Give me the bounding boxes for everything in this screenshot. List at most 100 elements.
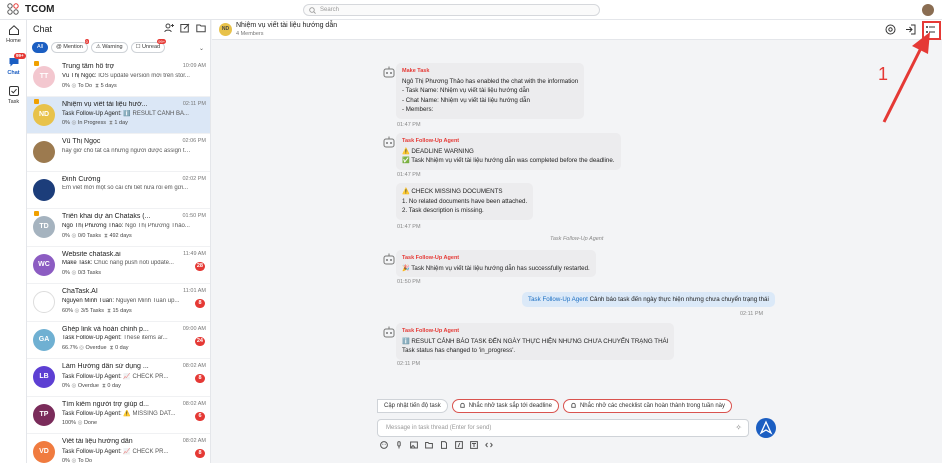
bot-avatar-icon — [383, 136, 395, 148]
unread-badge: 8 — [195, 374, 205, 383]
task-meta: 0% ◎ 0/0 Tasks ⧗ 492 days — [62, 233, 132, 240]
task-due: 0 day — [107, 382, 121, 389]
app-logo-icon — [7, 3, 19, 15]
message-placeholder: Message in task thread (Enter for send) — [386, 425, 492, 431]
conversation-avatar: TP — [33, 403, 55, 426]
emoji-icon[interactable] — [380, 441, 388, 449]
hourglass-icon: ⧗ — [95, 82, 100, 89]
chat-members[interactable]: 4 Members — [236, 31, 264, 37]
conversation-avatar: GA — [33, 328, 55, 351]
list-item[interactable]: ChaTask.AI 11:01 AM Nguyễn Minh Tuấn: Nguy… — [27, 284, 210, 322]
folder-icon[interactable] — [425, 441, 433, 449]
hourglass-icon: ⧗ — [107, 307, 111, 314]
list-item[interactable]: TT Trung tâm hỗ trợ 10:09 AM Vũ Thị Ngọc: I… — [27, 59, 210, 97]
conversation-preview: Task Follow-Up Agent: ℹ️ RESULT CẢNH BÁ.… — [62, 110, 192, 117]
message-line: ✅ Task Nhiệm vụ viết tài liệu hướng dẫn … — [402, 157, 615, 164]
nav-rail: Home 99+ Chat Task — [0, 20, 27, 463]
task-meta: 0% ◎ To Do — [62, 458, 92, 463]
text-format-icon[interactable] — [470, 441, 478, 449]
task-progress: 0% — [62, 270, 70, 276]
unread-count: 99+ — [157, 39, 167, 44]
filter-mention[interactable]: @ Mention 0 — [51, 39, 89, 53]
message-time: 02:11 PM — [397, 361, 421, 367]
send-button[interactable] — [756, 418, 776, 438]
file-icon[interactable] — [440, 441, 448, 449]
suggestion-chip[interactable]: Nhắc nhở task sắp tới deadline — [451, 399, 559, 413]
mention-count: 0 — [84, 39, 89, 44]
edit-icon[interactable] — [180, 23, 190, 33]
list-item[interactable]: ND Nhiệm vụ viết tài liệu hướ... 02:11 PM T… — [27, 96, 210, 134]
task-status: Overdue — [85, 345, 107, 351]
list-item[interactable]: Vũ Thị Ngọc 02:06 PM hay giờ cho tất cả n… — [27, 134, 210, 172]
conversation-name: Triển khai dự án Chataks (... — [62, 213, 151, 220]
conversation-preview: Task Follow-Up Agent: ⚠️ MISSING DAT... — [62, 410, 192, 417]
code-icon[interactable] — [485, 441, 493, 449]
message-line: ⚠️ DEADLINE WARNING — [402, 147, 474, 155]
image-icon[interactable] — [410, 441, 418, 449]
bell-icon — [460, 402, 465, 408]
search-input[interactable]: Search — [303, 4, 600, 16]
filter-unread[interactable]: ☐ Unread 99+ — [130, 39, 167, 53]
preview-text: ℹ️ RESULT CẢNH BÁ... — [123, 111, 189, 117]
status-icon: ◎ — [71, 82, 77, 89]
ai-sparkle-icon[interactable]: ✧ — [735, 420, 742, 436]
microphone-icon[interactable] — [395, 441, 403, 449]
task-progress: 0% — [62, 382, 70, 389]
list-item[interactable]: VD Viết tài liệu hướng dẫn 08:02 AM Task Fo… — [27, 434, 210, 463]
folder-add-icon[interactable] — [196, 23, 206, 33]
rail-item-chat[interactable]: 99+ Chat — [0, 53, 27, 76]
preview-sender: Task Follow-Up Agent: — [62, 373, 122, 380]
list-item[interactable]: WC Website chatask.ai 11:49 AM Make Task: C… — [27, 247, 210, 284]
incoming-message: Task Follow-Up Agent 🎉 Task Nhiệm vụ viết… — [396, 250, 596, 277]
filter-chips: All @ Mention 0 ⚠ Warning ☐ Unread 99+ — [32, 39, 167, 53]
pin-flag-icon — [34, 211, 39, 216]
list-item[interactable]: TD Triển khai dự án Chataks (... 01:50 PM N… — [27, 209, 210, 247]
task-progress: 100% — [62, 420, 77, 426]
add-user-icon[interactable] — [164, 23, 174, 33]
sidebar-title: Chat — [33, 24, 53, 34]
preview-text: Ngô Thị Phương Thảo... — [125, 222, 190, 229]
italic-icon[interactable] — [455, 441, 463, 449]
incoming-message: Task Follow-Up Agent ℹ️ RESULT CẢNH BÁO T… — [396, 323, 675, 360]
conversation-avatar: TD — [33, 216, 55, 238]
unread-badge: 24 — [194, 336, 205, 346]
preview-text: ⚠️ MISSING DAT... — [123, 411, 176, 417]
list-item[interactable]: GA Ghép link và hoàn chỉnh p... 09:00 AM Ta… — [27, 322, 210, 359]
filter-all[interactable]: All — [32, 42, 49, 53]
conversation-preview: Task Follow-Up Agent: 📈 CHECK PR... — [62, 448, 192, 455]
filter-expand-icon[interactable]: ⌄ — [199, 45, 204, 52]
suggestion-chip[interactable]: Nhắc nhở các checklist cần hoàn thành tr… — [562, 399, 732, 413]
task-meta: 60% ◎ 3/5 Tasks ⧗ 15 days — [62, 308, 132, 315]
rail-item-home[interactable]: Home — [0, 24, 27, 44]
conversation-name: Vũ Thị Ngọc — [62, 138, 101, 145]
annotation-arrow-icon — [882, 32, 930, 123]
unread-badge: 28 — [194, 261, 205, 271]
suggestion-chip[interactable]: Cập nhật tiến độ task — [377, 399, 448, 413]
user-avatar[interactable] — [922, 4, 934, 16]
task-status: Done — [83, 420, 98, 426]
filter-mention-label: Mention — [63, 44, 83, 50]
conversation-list: TT Trung tâm hỗ trợ 10:09 AM Vũ Thị Ngọc: I… — [27, 59, 210, 463]
task-meta: 0% ◎ To Do ⧗ 5 days — [62, 83, 117, 90]
message-line: ⚠️ CHECK MISSING DOCUMENTS — [402, 188, 503, 195]
mention-tag[interactable]: Task Follow-Up Agent — [528, 296, 588, 303]
conversation-time: 02:11 PM — [182, 100, 206, 107]
incoming-message: Make Task Ngô Thị Phương Thảo has enabled… — [396, 63, 585, 119]
conversation-name: ChaTask.AI — [62, 288, 98, 295]
status-icon: ◎ — [71, 232, 77, 239]
status-icon: ◎ — [71, 382, 77, 389]
hourglass-icon: ⧗ — [104, 232, 108, 239]
preview-sender: Make Task: — [62, 260, 93, 266]
list-item[interactable]: LB Làm Hướng dẫn sử dụng ... 08:02 AM Task … — [27, 359, 210, 397]
message-input[interactable]: Message in task thread (Enter for send) … — [377, 419, 749, 437]
filter-warning[interactable]: ⚠ Warning — [90, 42, 128, 53]
list-item[interactable]: TP Tìm kiếm người trợ giúp d... 08:02 AM Ta… — [27, 397, 210, 434]
task-progress: 0% — [62, 82, 70, 89]
rail-item-task[interactable]: Task — [0, 85, 27, 105]
list-item[interactable]: Đinh Cường 02:02 PM Em viết mới một số cá… — [27, 172, 210, 209]
unread-badge: 6 — [195, 411, 205, 421]
conversation-preview: Em viết mới một số cái chi tiết nữa rồi … — [62, 185, 192, 191]
task-due: 5 days — [100, 82, 117, 89]
message-time: 02:11 PM — [740, 311, 764, 317]
task-status: 0/3 Tasks — [77, 270, 101, 276]
